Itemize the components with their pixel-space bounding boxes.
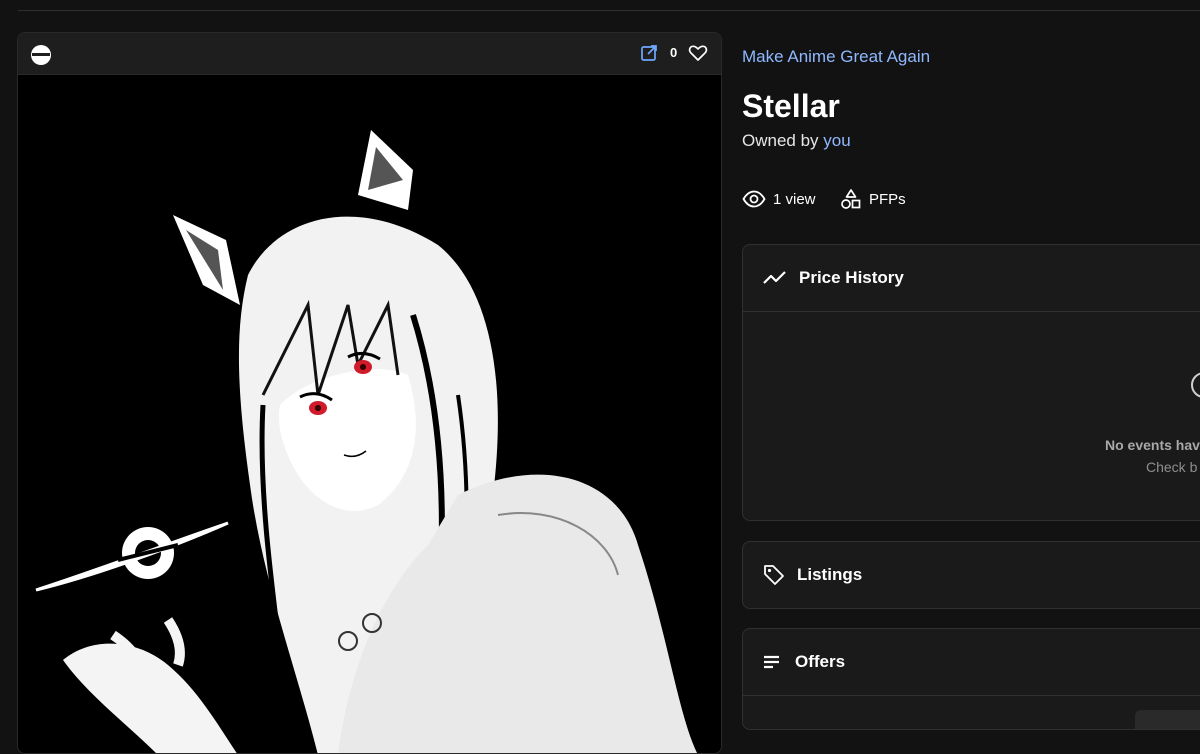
eye-icon bbox=[742, 190, 766, 208]
price-history-header[interactable]: Price History bbox=[743, 245, 1200, 312]
list-icon bbox=[764, 655, 779, 669]
ethereum-logo-icon bbox=[31, 45, 51, 65]
offers-header[interactable]: Offers bbox=[743, 629, 1200, 696]
trend-line-icon bbox=[763, 271, 786, 284]
price-history-panel: Price History No events hav Check b bbox=[742, 244, 1200, 521]
listings-title: Listings bbox=[797, 565, 863, 584]
view-count: 1 view bbox=[742, 187, 816, 211]
external-link-icon[interactable] bbox=[640, 44, 658, 62]
collection-link[interactable]: Make Anime Great Again bbox=[742, 47, 930, 67]
favorite-count: 0 bbox=[670, 45, 678, 60]
nft-title: Stellar bbox=[742, 88, 840, 124]
card-header: 0 bbox=[18, 33, 721, 75]
shapes-icon bbox=[841, 189, 861, 209]
top-divider bbox=[18, 10, 1200, 11]
category-label: PFPs bbox=[869, 190, 906, 208]
view-count-label: 1 view bbox=[773, 190, 816, 208]
price-history-title: Price History bbox=[799, 268, 904, 287]
nft-artwork-image[interactable] bbox=[18, 75, 721, 754]
empty-state-title: No events hav bbox=[1105, 437, 1200, 453]
nft-media-card: 0 bbox=[17, 32, 722, 754]
offers-panel: Offers bbox=[742, 628, 1200, 730]
tag-icon bbox=[764, 565, 784, 585]
offers-title: Offers bbox=[795, 652, 846, 671]
heart-icon[interactable] bbox=[688, 43, 708, 63]
listings-panel: Listings bbox=[742, 541, 1200, 609]
empty-state-icon bbox=[1191, 372, 1200, 398]
owner-line: Owned by you bbox=[742, 131, 851, 151]
listings-header[interactable]: Listings bbox=[743, 542, 1200, 608]
category-link[interactable]: PFPs bbox=[840, 187, 906, 211]
offers-table-header bbox=[1135, 710, 1200, 729]
owned-by-label: Owned by bbox=[742, 131, 819, 150]
empty-state-subtitle: Check b bbox=[1146, 459, 1198, 475]
owner-link[interactable]: you bbox=[823, 131, 850, 150]
